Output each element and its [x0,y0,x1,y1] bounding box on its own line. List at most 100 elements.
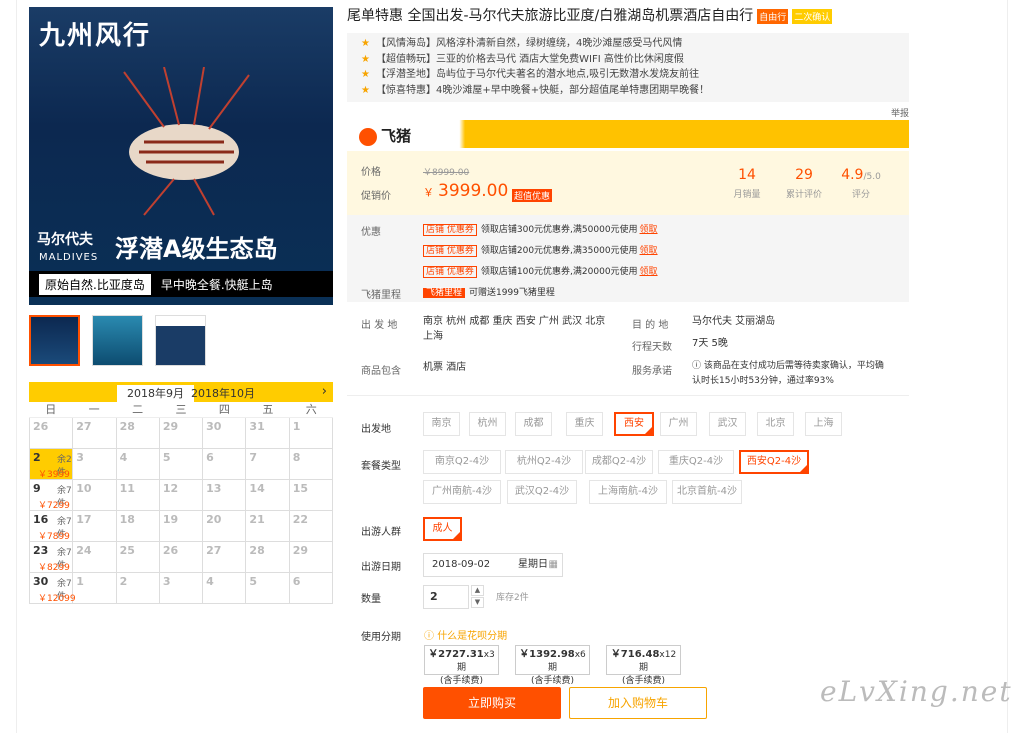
claim-coupon-link[interactable]: 领取 [640,246,658,256]
day-number: 29 [292,544,309,557]
star-icon: ★ [361,53,370,65]
date-label: 出游日期 [361,562,401,573]
buy-now-button[interactable]: 立即购买 [423,687,561,719]
day-number: 12 [162,482,179,495]
calendar-day: 27 [73,418,117,449]
day-number: 21 [249,513,265,526]
service-text: 该商品在支付成功后需等待卖家确认，平均确认时长15小时53分钟，通过率93% [692,361,884,386]
day-number: 4 [119,451,128,464]
package-option[interactable]: 广州南航-4沙 [423,480,501,504]
highlight-text: 【超值畅玩】三亚的价格去马代 酒店大堂免费WIFI 高性价比休闲度假 [375,53,684,65]
departure-option[interactable]: 上海 [805,412,842,436]
calendar-day[interactable]: 9 余7件 ￥7299 [30,480,74,511]
fliggy-brand: 飞猪 [381,127,412,145]
weekday-header: 三 [175,403,187,416]
departure-option[interactable]: 武汉 [709,412,746,436]
right-border [1007,0,1008,733]
package-option[interactable]: 北京首航-4沙 [672,480,742,504]
date-picker[interactable]: 2018-09-02 星期日 ▦ [423,553,563,577]
departure-option[interactable]: 南京 [423,412,460,436]
calendar-day: 3 [73,449,117,480]
package-option[interactable]: 成都Q2-4沙 [585,450,653,474]
tab-month-oct[interactable]: 2018年10月 [181,385,265,402]
thumbnail-3[interactable] [155,315,206,366]
calendar-day[interactable]: 23 余7件 ￥8299 [30,542,74,573]
highlight-text: 【惊喜特惠】4晚沙滩屋+早中晚餐+快艇，部分超值尾单特惠团期早晚餐！ [375,84,710,96]
day-number: 10 [76,482,92,495]
stat-reviews[interactable]: 29 累计评价 [774,167,834,200]
day-number: 11 [119,482,135,495]
quantity-down-icon[interactable]: ▼ [471,597,484,608]
highlights-list: ★ 【风情海岛】风格淳朴清新自然，绿树缠绕，4晚沙滩屋感受马代风情 ★ 【超值畅玩】三… [347,33,909,102]
day-number: 19 [162,513,179,526]
package-option[interactable]: 武汉Q2-4沙 [507,480,577,504]
add-to-cart-button[interactable]: 加入购物车 [569,687,707,719]
dest-label: 目 的 地 [632,320,669,331]
price-label: 价格 [361,167,381,178]
calendar-day[interactable]: 30 余7件 ￥12099 [30,573,76,604]
calendar-day: 1 [73,573,117,604]
left-border [16,0,17,733]
calendar-day: 24 [73,542,117,573]
thumbnail-list [29,315,206,366]
quantity-input[interactable]: 2 [423,585,469,609]
installment-amount: ￥716.48 [610,649,660,660]
quantity-up-icon[interactable]: ▲ [471,585,484,596]
report-link[interactable]: 举报 [891,106,909,119]
day-number: 6 [292,575,301,588]
miles-row: 飞猪里程 可赠送1999飞猪里程 [423,285,555,298]
weekday: 星期日 [518,559,548,570]
calendar-day: 4 [116,449,160,480]
day-number: 8 [292,451,301,464]
departure-option[interactable]: 重庆 [566,412,603,436]
weekday-header: 二 [132,403,144,416]
stat-value: 4.9/5.0 [831,167,891,183]
day-number: 1 [292,420,301,433]
thumbnail-2[interactable] [92,315,143,366]
package-option[interactable]: 杭州Q2-4沙 [505,450,583,474]
stat-value: 29 [795,167,813,183]
day-number: 28 [119,420,135,433]
installment-option[interactable]: ￥716.48x12期 (含手续费) [606,645,681,686]
highlight-text: 【浮潜圣地】岛屿位于马尔代夫著名的潜水地点,吸引无数潜水发烧友前往 [375,69,700,80]
calendar-day: 2 [116,573,160,604]
option-adult[interactable]: 成人 [423,517,462,541]
weekday-header: 五 [262,403,274,416]
calendar-day[interactable]: 2 余2件 ￥3999 [30,449,74,480]
calendar-day[interactable]: 16 余7件 ￥7899 [30,511,74,542]
installment-option[interactable]: ￥1392.98x6期 (含手续费) [515,645,590,686]
departure-option[interactable]: 杭州 [469,412,506,436]
calendar-day: 21 [246,511,290,542]
calendar-day: 18 [116,511,160,542]
package-option[interactable]: 上海南航-4沙 [589,480,667,504]
days-value: 7天 5晚 [692,338,728,349]
calendar-day: 12 [159,480,204,511]
day-number: 28 [249,544,265,557]
package-option[interactable]: 西安Q2-4沙 [739,450,809,474]
miles-tag: 飞猪里程 [423,288,466,298]
calendar-next-icon[interactable]: › [322,382,327,402]
day-number: 14 [249,482,265,495]
installment-help[interactable]: ⓘ 什么是花呗分期 [424,627,507,642]
day-number: 3 [76,451,84,464]
day-number: 3 [162,575,171,588]
departure-option[interactable]: 北京 [757,412,794,436]
installment-option[interactable]: ￥2727.31x3期 (含手续费) [424,645,499,686]
departure-option[interactable]: 广州 [660,412,697,436]
calendar-header: 2018年9月 2018年10月 › [29,382,333,402]
day-number: 15 [292,482,309,495]
departure-option[interactable]: 西安 [614,412,654,436]
thumbnail-1[interactable] [29,315,80,366]
package-option[interactable]: 重庆Q2-4沙 [658,450,734,474]
claim-coupon-link[interactable]: 领取 [640,267,658,277]
departure-option[interactable]: 成都 [515,412,552,436]
coupon-label: 优惠 [361,227,381,238]
coupon-text: 领取店铺100元优惠券,满20000元使用 [480,267,638,277]
calendar-icon: ▦ [548,559,558,570]
claim-coupon-link[interactable]: 领取 [640,225,658,235]
package-option[interactable]: 南京Q2-4沙 [423,450,501,474]
hero-headline: 浮潜A级生态岛 [115,235,278,263]
calendar-day: 1 [289,418,333,449]
day-number: 9 [33,482,41,495]
stock-text: 库存2件 [496,593,529,603]
